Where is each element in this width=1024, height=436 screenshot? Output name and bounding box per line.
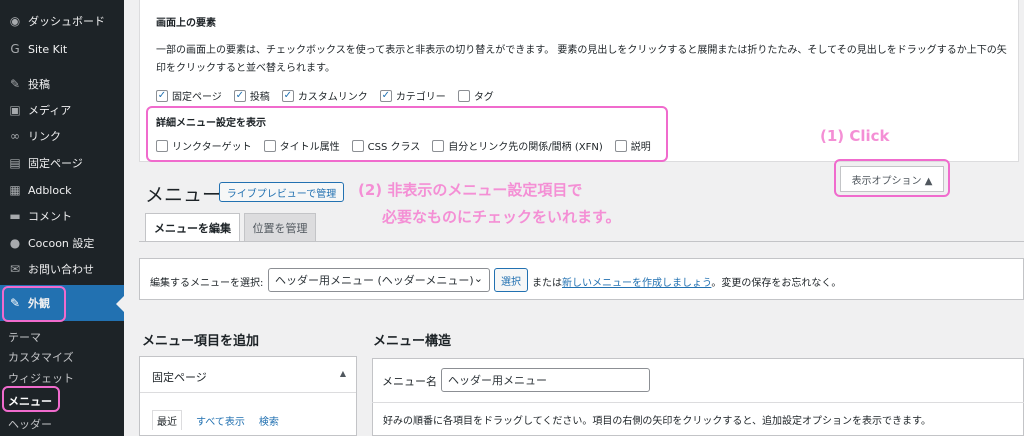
tab-view-all[interactable]: すべて表示 xyxy=(196,413,245,430)
add-items-heading: メニュー項目を追加 xyxy=(142,334,260,349)
menu-select-dropdown[interactable]: ヘッダー用メニュー (ヘッダーメニュー) ⌄ xyxy=(268,268,490,292)
menu-select-label: 編集するメニューを選択: xyxy=(150,278,264,289)
highlight-appearance xyxy=(2,286,66,322)
accordion-header[interactable]: 固定ページ ▲ xyxy=(140,357,356,393)
menu-name-input[interactable]: ヘッダー用メニュー xyxy=(441,368,650,392)
tab-search[interactable]: 検索 xyxy=(259,413,279,430)
pages-accordion: 固定ページ ▲ 最近 すべて表示 検索 xyxy=(139,356,357,436)
checkbox-posts[interactable]: ✓ 投稿 xyxy=(233,88,270,103)
check-icon: ✓ xyxy=(156,89,168,102)
page-icon: ▤ xyxy=(9,156,21,170)
highlight-menus xyxy=(2,386,60,412)
menu-create-text: または新しいメニューを作成しましょう。変更の保存をお忘れなく。 xyxy=(532,278,842,289)
tab-divider xyxy=(139,241,1024,242)
divider xyxy=(372,402,1024,403)
sidebar-item-adblock[interactable]: ▦ Adblock xyxy=(0,177,124,203)
submenu-customize[interactable]: カスタマイズ xyxy=(8,349,74,365)
page-title: メニュー xyxy=(145,184,222,206)
sidebar-item-label: コメント xyxy=(28,210,72,223)
menu-structure-hint: 好みの順番に各項目をドラッグしてください。項目の右側の矢印をクリックすると、追加… xyxy=(383,416,931,427)
screen-options-title: 画面上の要素 xyxy=(156,18,216,29)
accordion-title: 固定ページ xyxy=(152,371,207,384)
create-menu-link[interactable]: 新しいメニューを作成しましょう xyxy=(562,278,711,289)
comment-icon: ▬ xyxy=(9,209,21,223)
checkbox-custom-links[interactable]: ✓ カスタムリンク xyxy=(281,88,368,103)
highlight-advanced-options xyxy=(146,106,668,162)
sidebar-item-posts[interactable]: ✎ 投稿 xyxy=(0,71,124,97)
tab-most-recent[interactable]: 最近 xyxy=(152,410,182,430)
sidebar-item-pages[interactable]: ▤ 固定ページ xyxy=(0,150,124,176)
caret-up-icon: ▲ xyxy=(339,369,346,378)
media-icon: ▣ xyxy=(9,103,21,117)
google-icon: G xyxy=(10,42,20,56)
checkbox-tags[interactable]: タグ xyxy=(457,88,494,103)
check-icon: ✓ xyxy=(379,89,392,102)
sidebar-item-media[interactable]: ▣ メディア xyxy=(0,97,124,123)
menu-name-label: メニュー名 xyxy=(382,375,437,388)
link-icon: ∞ xyxy=(10,129,20,143)
tab-manage-locations[interactable]: 位置を管理 xyxy=(244,213,316,241)
dashboard-icon: ◉ xyxy=(9,14,21,28)
chevron-down-icon: ⌄ xyxy=(473,272,483,285)
submenu-header[interactable]: ヘッダー xyxy=(8,416,52,432)
current-arrow xyxy=(116,296,124,312)
sidebar-item-label: メディア xyxy=(28,104,72,117)
screen-options-description: 一部の画面上の要素は、チェックボックスを使って表示と非表示の切り替えができます。… xyxy=(156,45,1007,74)
sidebar-item-label: リンク xyxy=(28,130,61,143)
adblock-icon: ▦ xyxy=(9,183,21,197)
sidebar-item-cocoon[interactable]: ● Cocoon 設定 xyxy=(0,230,124,256)
sidebar-item-sitekit[interactable]: G Site Kit xyxy=(0,36,124,62)
select-menu-button[interactable]: 選択 xyxy=(494,268,528,292)
sidebar-item-label: 投稿 xyxy=(28,78,50,91)
sidebar-item-contact[interactable]: ✉ お問い合わせ xyxy=(0,256,124,282)
sidebar-item-label: お問い合わせ xyxy=(28,263,94,276)
submenu-themes[interactable]: テーマ xyxy=(8,329,41,345)
sidebar-item-label: Adblock xyxy=(28,183,72,197)
sidebar-item-label: ダッシュボード xyxy=(28,15,105,28)
tab-edit-menus[interactable]: メニューを編集 xyxy=(145,213,240,241)
accordion-tabs: 最近 すべて表示 検索 xyxy=(152,410,293,430)
annotation-click: (1) Click xyxy=(820,127,890,145)
cocoon-icon: ● xyxy=(9,236,21,250)
pin-icon: ✎ xyxy=(9,77,21,91)
highlight-screen-options-toggle xyxy=(834,159,950,197)
sidebar-item-label: Site Kit xyxy=(28,42,68,56)
checkbox-categories[interactable]: ✓ カテゴリー xyxy=(379,88,446,103)
annotation-step2-line2: 必要なものにチェックをいれます。 xyxy=(382,208,621,226)
live-preview-button[interactable]: ライブプレビューで管理 xyxy=(219,182,344,202)
annotation-step2-line1: (2) 非表示のメニュー設定項目で xyxy=(358,181,583,199)
sidebar-item-links[interactable]: ∞ リンク xyxy=(0,123,124,149)
mail-icon: ✉ xyxy=(9,262,21,276)
sidebar-item-dashboard[interactable]: ◉ ダッシュボード xyxy=(0,8,124,34)
checkbox-empty xyxy=(457,89,470,102)
checkbox-pages[interactable]: ✓ 固定ページ xyxy=(156,88,222,103)
boxes-checkbox-row: ✓ 固定ページ ✓ 投稿 ✓ カスタムリンク ✓ カテゴリー タグ xyxy=(156,88,506,103)
sidebar-item-label: 固定ページ xyxy=(28,157,83,170)
sidebar-item-label: Cocoon 設定 xyxy=(28,237,95,250)
submenu-widgets[interactable]: ウィジェット xyxy=(8,370,74,386)
check-icon: ✓ xyxy=(233,89,246,102)
admin-sidebar: ◉ ダッシュボード G Site Kit ✎ 投稿 ▣ メディア ∞ リンク ▤ 固定ページ… xyxy=(0,0,124,436)
check-icon: ✓ xyxy=(281,89,294,102)
sidebar-item-comments[interactable]: ▬ コメント xyxy=(0,203,124,229)
menu-structure-heading: メニュー構造 xyxy=(373,334,452,349)
menu-select-bar: 編集するメニューを選択: ヘッダー用メニュー (ヘッダーメニュー) ⌄ 選択 ま… xyxy=(139,258,1024,300)
